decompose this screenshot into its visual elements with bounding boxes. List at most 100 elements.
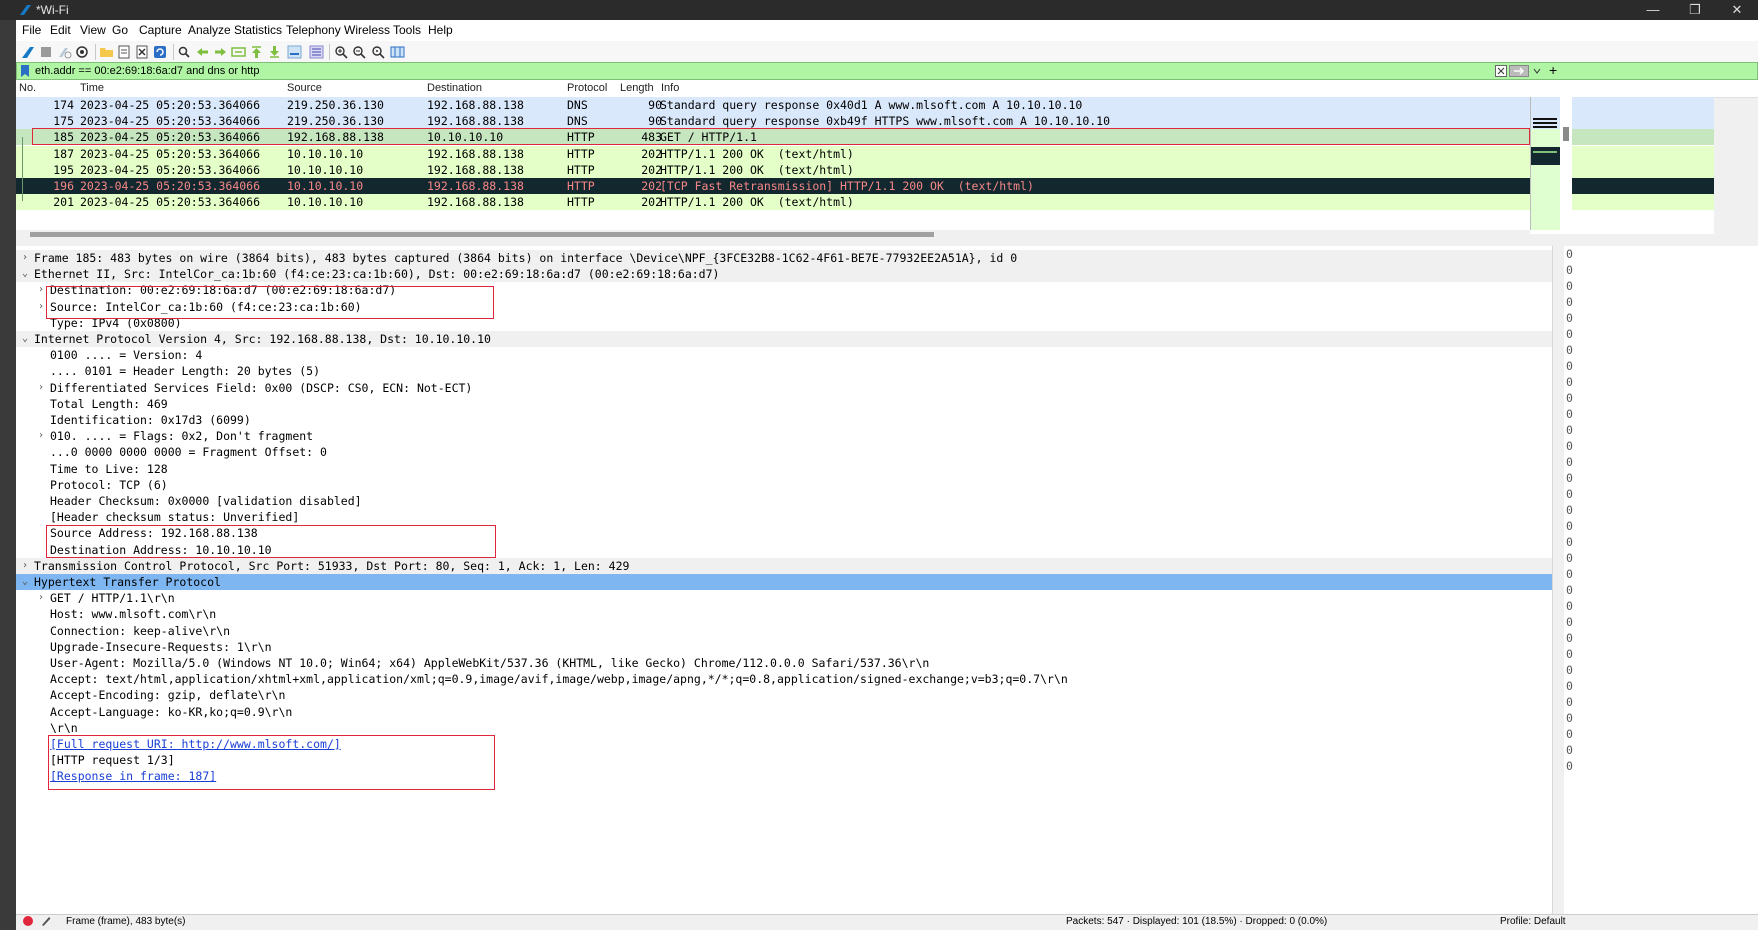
- open-file-icon[interactable]: [99, 45, 114, 59]
- go-to-packet-icon[interactable]: [231, 45, 246, 59]
- expanded-chevron-icon[interactable]: ⌄: [20, 574, 30, 590]
- column-header-info[interactable]: Info: [661, 82, 679, 94]
- detail-tree-item[interactable]: Accept: text/html,application/xhtml+xml,…: [16, 671, 1552, 687]
- detail-tree-item[interactable]: Accept-Language: ko-KR,ko;q=0.9\r\n: [16, 704, 1552, 720]
- display-filter-bar[interactable]: eth.addr == 00:e2:69:18:6a:d7 and dns or…: [16, 62, 1758, 80]
- horizontal-scroll-thumb[interactable]: [30, 232, 934, 237]
- filter-bookmark-icon[interactable]: [20, 65, 30, 77]
- go-first-packet-icon[interactable]: [249, 45, 264, 59]
- zoom-in-icon[interactable]: [334, 45, 349, 59]
- minimize-button[interactable]: —: [1632, 0, 1674, 20]
- menu-edit[interactable]: Edit: [50, 23, 71, 37]
- detail-tree-item[interactable]: Identification: 0x17d3 (6099): [16, 412, 1552, 428]
- autoscroll-icon[interactable]: [287, 45, 302, 59]
- detail-tree-item[interactable]: ⌄ Hypertext Transfer Protocol: [16, 574, 1552, 590]
- status-profile[interactable]: Profile: Default: [1500, 916, 1566, 927]
- save-file-icon[interactable]: [117, 45, 132, 59]
- menu-wireless[interactable]: Wireless: [344, 23, 390, 37]
- detail-tree-item[interactable]: › Transmission Control Protocol, Src Port…: [16, 557, 1552, 574]
- go-forward-icon[interactable]: [213, 45, 228, 59]
- capture-options-icon[interactable]: [75, 45, 90, 59]
- expanded-chevron-icon[interactable]: ⌄: [20, 331, 30, 347]
- menu-analyze[interactable]: Analyze: [188, 23, 231, 37]
- filter-history-chevron-down-icon[interactable]: [1533, 66, 1541, 76]
- detail-tree-item[interactable]: User-Agent: Mozilla/5.0 (Windows NT 10.0…: [16, 655, 1552, 671]
- column-header-time[interactable]: Time: [80, 82, 104, 94]
- detail-tree-item[interactable]: Host: www.mlsoft.com\r\n: [16, 606, 1552, 622]
- packet-row[interactable]: 201 2023-04-25 05:20:53.364066 10.10.10.10…: [16, 194, 1714, 211]
- menu-help[interactable]: Help: [428, 23, 453, 37]
- detail-tree-item[interactable]: › GET / HTTP/1.1\r\n: [16, 590, 1552, 606]
- column-header-destination[interactable]: Destination: [427, 82, 482, 94]
- detail-tree-item[interactable]: › Differentiated Services Field: 0x00 (DS…: [16, 380, 1552, 396]
- collapsed-chevron-icon[interactable]: ›: [20, 250, 30, 266]
- collapsed-chevron-icon[interactable]: ›: [36, 282, 46, 298]
- collapsed-chevron-icon[interactable]: ›: [36, 428, 46, 444]
- column-header-no[interactable]: No.: [19, 82, 36, 94]
- detail-tree-item[interactable]: Header Checksum: 0x0000 [validation disa…: [16, 493, 1552, 509]
- go-back-icon[interactable]: [195, 45, 210, 59]
- resize-columns-icon[interactable]: [390, 45, 405, 59]
- close-button[interactable]: ✕: [1716, 0, 1758, 20]
- detail-tree-item[interactable]: Connection: keep-alive\r\n: [16, 623, 1552, 639]
- detail-text: Header Checksum: 0x0000 [validation disa…: [50, 494, 362, 508]
- detail-tree-item[interactable]: ...0 0000 0000 0000 = Fragment Offset: 0: [16, 444, 1552, 460]
- find-packet-icon[interactable]: [177, 45, 192, 59]
- reload-file-icon[interactable]: [153, 45, 168, 59]
- detail-tree-item[interactable]: Upgrade-Insecure-Requests: 1\r\n: [16, 639, 1552, 655]
- detail-tree-item[interactable]: › 010. .... = Flags: 0x2, Don't fragment: [16, 428, 1552, 444]
- restart-capture-icon[interactable]: [57, 45, 72, 59]
- column-header-source[interactable]: Source: [287, 82, 322, 94]
- menu-tools[interactable]: Tools: [393, 23, 421, 37]
- start-capture-icon[interactable]: [21, 45, 36, 59]
- status-bar: Frame (frame), 483 byte(s) Packets: 547 …: [16, 914, 1758, 930]
- zoom-normal-icon[interactable]: [371, 45, 386, 59]
- packet-row[interactable]: 175 2023-04-25 05:20:53.364066 219.250.36.…: [16, 113, 1714, 130]
- stop-capture-icon[interactable]: [39, 45, 54, 59]
- apply-filter-arrow-icon[interactable]: [1509, 65, 1529, 77]
- packet-list-horizontal-scrollbar[interactable]: [16, 230, 1530, 238]
- clear-filter-icon[interactable]: [1495, 65, 1507, 77]
- expanded-chevron-icon[interactable]: ⌄: [20, 266, 30, 282]
- detail-tree-item[interactable]: Accept-Encoding: gzip, deflate\r\n: [16, 687, 1552, 703]
- detail-tree-item[interactable]: \r\n: [16, 720, 1552, 736]
- packet-row[interactable]: 196 2023-04-25 05:20:53.364066 10.10.10.10…: [16, 178, 1714, 194]
- pane-splitter[interactable]: [16, 238, 1758, 246]
- packet-minimap[interactable]: [1530, 97, 1561, 230]
- column-header-protocol[interactable]: Protocol: [567, 82, 607, 94]
- go-last-packet-icon[interactable]: [267, 45, 282, 59]
- packet-row[interactable]: 187 2023-04-25 05:20:53.364066 10.10.10.10…: [16, 145, 1714, 162]
- packet-list-vertical-scrollbar[interactable]: [1560, 97, 1572, 230]
- detail-tree-item[interactable]: ⌄ Internet Protocol Version 4, Src: 192.1…: [16, 331, 1552, 347]
- detail-tree-item[interactable]: Protocol: TCP (6): [16, 477, 1552, 493]
- display-filter-input[interactable]: eth.addr == 00:e2:69:18:6a:d7 and dns or…: [35, 65, 259, 77]
- restore-button[interactable]: ❐: [1674, 0, 1716, 20]
- edit-comment-icon[interactable]: [40, 915, 52, 930]
- menu-file[interactable]: File: [22, 23, 41, 37]
- expert-info-status-icon[interactable]: [22, 915, 34, 930]
- detail-tree-item[interactable]: › Frame 185: 483 bytes on wire (3864 bits…: [16, 250, 1552, 266]
- zoom-out-icon[interactable]: [352, 45, 367, 59]
- menu-view[interactable]: View: [80, 23, 106, 37]
- colorize-icon[interactable]: [309, 45, 324, 59]
- menu-capture[interactable]: Capture: [139, 23, 182, 37]
- detail-text: Hypertext Transfer Protocol: [34, 575, 221, 589]
- collapsed-chevron-icon[interactable]: ›: [36, 299, 46, 315]
- collapsed-chevron-icon[interactable]: ›: [36, 590, 46, 606]
- detail-tree-item[interactable]: .... 0101 = Header Length: 20 bytes (5): [16, 363, 1552, 379]
- menu-statistics[interactable]: Statistics: [234, 23, 282, 37]
- detail-tree-item[interactable]: Time to Live: 128: [16, 461, 1552, 477]
- detail-tree-item[interactable]: [Header checksum status: Unverified]: [16, 509, 1552, 525]
- packet-row[interactable]: 174 2023-04-25 05:20:53.364066 219.250.36.…: [16, 97, 1714, 113]
- detail-tree-item[interactable]: Total Length: 469: [16, 396, 1552, 412]
- column-header-length[interactable]: Length: [620, 82, 654, 94]
- close-file-icon[interactable]: [135, 45, 150, 59]
- menu-telephony[interactable]: Telephony: [286, 23, 341, 37]
- collapsed-chevron-icon[interactable]: ›: [36, 380, 46, 396]
- detail-tree-item[interactable]: ⌄ Ethernet II, Src: IntelCor_ca:1b:60 (f4…: [16, 266, 1552, 283]
- collapsed-chevron-icon[interactable]: ›: [20, 558, 30, 574]
- add-filter-button[interactable]: +: [1549, 62, 1557, 78]
- menu-go[interactable]: Go: [112, 23, 128, 37]
- packet-row[interactable]: 195 2023-04-25 05:20:53.364066 10.10.10.10…: [16, 161, 1714, 178]
- detail-tree-item[interactable]: 0100 .... = Version: 4: [16, 347, 1552, 363]
